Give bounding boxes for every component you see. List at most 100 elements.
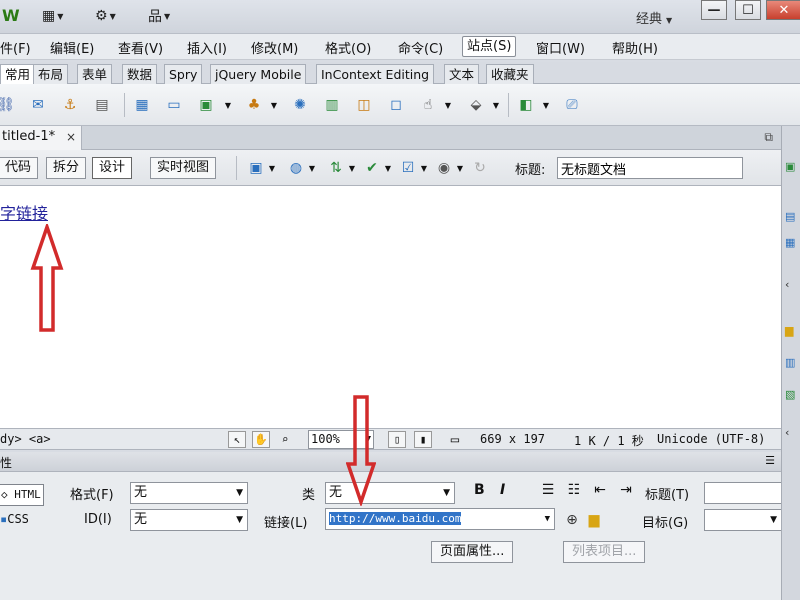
insert-tab-6[interactable]: InContext Editing: [316, 64, 435, 84]
maximize-button[interactable]: ☐: [735, 0, 761, 20]
indent-icon[interactable]: ⇥: [616, 480, 636, 500]
hyperlink-text[interactable]: 字链接: [0, 200, 48, 224]
chevron-down-icon[interactable]: ▼: [218, 95, 238, 115]
bold-button[interactable]: B: [474, 482, 485, 498]
chevron-down-icon[interactable]: ▼: [536, 95, 556, 115]
restore-panel-icon[interactable]: ⧉: [764, 130, 773, 145]
link-title-input[interactable]: [704, 482, 782, 504]
insert-tab-7[interactable]: 文本: [444, 64, 480, 84]
hand-tool-icon[interactable]: ✋: [252, 431, 270, 448]
anchor-icon[interactable]: ⚓: [60, 95, 80, 115]
horizontal-rule-icon[interactable]: ▤: [92, 95, 112, 115]
chevron-down-icon[interactable]: ▼: [264, 95, 284, 115]
assets-panel-icon[interactable]: ▥: [785, 356, 799, 370]
site-menu-button[interactable]: 品 ▼: [148, 7, 170, 25]
menu-item-2[interactable]: 查看(V): [118, 38, 163, 57]
insert-tab-1[interactable]: 布局: [33, 64, 69, 84]
insert-tab-4[interactable]: Spry: [164, 64, 203, 84]
workspace-switcher[interactable]: 经典 ▼: [636, 8, 672, 27]
outdent-icon[interactable]: ⇤: [590, 480, 610, 500]
files-panel-icon[interactable]: ▆: [785, 324, 799, 338]
zoom-tool-icon[interactable]: ⌕: [276, 431, 294, 448]
italic-button[interactable]: I: [500, 482, 505, 498]
menu-item-3[interactable]: 插入(I): [187, 38, 227, 57]
extend-menu-button[interactable]: ⚙ ▼: [95, 7, 116, 25]
insert-tab-0[interactable]: 常用: [0, 64, 36, 84]
insert-tab-2[interactable]: 表单: [77, 64, 113, 84]
ap-elements-icon[interactable]: ▦: [785, 236, 799, 250]
menu-item-5[interactable]: 格式(O): [325, 38, 371, 57]
div-icon[interactable]: ▭: [164, 95, 184, 115]
chevron-left-icon[interactable]: ‹: [785, 426, 799, 440]
menu-item-0[interactable]: 件(F): [0, 38, 31, 57]
tablet-size-icon[interactable]: ▮: [414, 431, 432, 448]
template-icon[interactable]: ◧: [516, 95, 536, 115]
menu-item-7[interactable]: 站点(S): [462, 36, 517, 57]
chevron-down-icon[interactable]: ▼: [450, 158, 470, 178]
menu-item-4[interactable]: 修改(M): [251, 38, 298, 57]
chevron-down-icon[interactable]: ▼: [486, 95, 506, 115]
panel-options-icon[interactable]: ☰: [765, 454, 775, 467]
insert-tab-8[interactable]: 收藏夹: [486, 64, 534, 84]
link-input[interactable]: http://www.baidu.com ▼: [325, 508, 555, 530]
head-icon[interactable]: ☝: [418, 95, 438, 115]
comment-icon[interactable]: ◻: [386, 95, 406, 115]
media-icon[interactable]: ♣: [244, 95, 264, 115]
live-view-button[interactable]: 实时视图: [150, 157, 217, 179]
menu-item-1[interactable]: 编辑(E): [50, 38, 94, 57]
tag-selector[interactable]: dy> <a>: [0, 432, 51, 446]
html-mode-button[interactable]: ◇ HTML: [0, 484, 44, 506]
insert-panel-icon[interactable]: ▣: [785, 160, 799, 174]
date-icon[interactable]: ▥: [322, 95, 342, 115]
page-properties-button[interactable]: 页面属性...: [431, 541, 514, 563]
table-icon[interactable]: ▦: [132, 95, 152, 115]
mobile-size-icon[interactable]: ▯: [388, 431, 406, 448]
image-icon[interactable]: ▣: [196, 95, 216, 115]
format-select[interactable]: 无 ▼: [130, 482, 248, 504]
chevron-down-icon[interactable]: ▼: [302, 158, 322, 178]
design-canvas[interactable]: 字链接: [0, 186, 781, 428]
menu-item-6[interactable]: 命令(C): [398, 38, 443, 57]
email-link-icon[interactable]: ✉: [28, 95, 48, 115]
layout-menu-button[interactable]: ▦ ▼: [42, 7, 63, 25]
desktop-size-icon[interactable]: ▭: [446, 431, 464, 448]
insert-tab-5[interactable]: jQuery Mobile: [210, 64, 307, 84]
close-tab-icon[interactable]: ×: [66, 126, 76, 148]
window-size[interactable]: 669 x 197: [480, 432, 545, 446]
chevron-left-icon[interactable]: ‹: [785, 278, 799, 292]
design-view-button[interactable]: 设计: [92, 157, 133, 179]
target-select[interactable]: ▼: [704, 509, 782, 531]
select-tool-icon[interactable]: ↖: [228, 431, 246, 448]
css-panel-icon[interactable]: ▤: [785, 210, 799, 224]
chevron-down-icon[interactable]: ▼: [342, 158, 362, 178]
css-mode-button[interactable]: ▪CSS: [0, 512, 29, 526]
chevron-down-icon[interactable]: ▼: [414, 158, 434, 178]
script-icon[interactable]: ⬙: [466, 95, 486, 115]
id-select[interactable]: 无 ▼: [130, 509, 248, 531]
unordered-list-icon[interactable]: ☰: [538, 480, 558, 500]
chevron-down-icon[interactable]: ▼: [262, 158, 282, 178]
class-select[interactable]: 无 ▼: [325, 482, 455, 504]
chevron-down-icon[interactable]: ▼: [378, 158, 398, 178]
refresh-icon[interactable]: ↻: [470, 158, 490, 178]
menu-item-9[interactable]: 帮助(H): [612, 38, 658, 57]
properties-panel-header[interactable]: 性 ☰: [0, 452, 781, 472]
hyperlink-icon[interactable]: ⛓: [0, 95, 16, 115]
code-view-button[interactable]: 代码: [0, 157, 39, 179]
minimize-button[interactable]: —: [701, 0, 727, 20]
folder-icon[interactable]: ▆: [584, 510, 604, 530]
point-to-file-icon[interactable]: ⊕: [562, 510, 582, 530]
ordered-list-icon[interactable]: ☷: [564, 480, 584, 500]
widget-icon[interactable]: ✺: [290, 95, 310, 115]
document-title-input[interactable]: [557, 157, 743, 179]
close-button[interactable]: ✕: [766, 0, 800, 20]
document-tab[interactable]: titled-1* ×: [0, 126, 82, 150]
list-item-button[interactable]: 列表项目...: [563, 541, 646, 563]
snippets-panel-icon[interactable]: ▧: [785, 388, 799, 402]
server-include-icon[interactable]: ◫: [354, 95, 374, 115]
tag-chooser-icon[interactable]: ⎚: [562, 95, 582, 115]
menu-item-8[interactable]: 窗口(W): [536, 38, 585, 57]
chevron-down-icon[interactable]: ▼: [438, 95, 458, 115]
insert-tab-3[interactable]: 数据: [122, 64, 158, 84]
split-view-button[interactable]: 拆分: [46, 157, 87, 179]
